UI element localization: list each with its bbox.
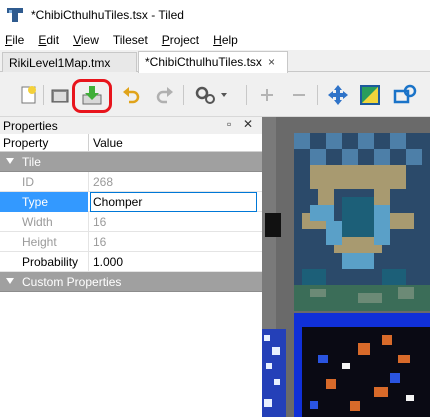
document-tab-bar: RikiLevel1Map.tmx *ChibiCthulhuTiles.tsx…	[0, 50, 430, 73]
expand-arrow-icon[interactable]	[6, 278, 14, 284]
tiled-app-icon	[7, 7, 23, 23]
property-key: Height	[22, 235, 57, 249]
tileset-image[interactable]	[262, 117, 430, 417]
property-key: Probability	[22, 255, 79, 269]
float-panel-icon[interactable]: ▫	[227, 117, 231, 131]
commands-icon[interactable]	[191, 82, 231, 108]
property-row-width: Width 16	[0, 212, 262, 232]
property-value: 16	[93, 215, 107, 229]
properties-table: Property Value Tile ID 268 Type Width 16…	[0, 134, 262, 417]
add-tiles-icon[interactable]	[254, 82, 280, 108]
toolbar-separator	[246, 85, 247, 105]
property-value: 268	[93, 175, 114, 189]
save-button-highlight	[72, 79, 112, 113]
properties-panel-title: Properties	[3, 118, 58, 133]
toolbar-separator	[317, 85, 318, 105]
property-key: ID	[22, 175, 34, 189]
property-row-id: ID 268	[0, 172, 262, 192]
close-panel-icon[interactable]: ✕	[243, 117, 253, 131]
redo-icon[interactable]	[152, 82, 178, 108]
new-icon[interactable]	[16, 82, 42, 108]
type-value-input[interactable]	[90, 192, 257, 212]
column-property[interactable]: Property	[3, 136, 48, 150]
edit-collision-icon[interactable]	[392, 82, 418, 108]
title-bar: *ChibiCthulhuTiles.tsx - Tiled	[0, 0, 430, 30]
property-row-type[interactable]: Type	[0, 192, 262, 212]
group-custom-properties[interactable]: Custom Properties	[0, 272, 262, 292]
properties-column-header: Property Value	[0, 134, 262, 152]
menu-view[interactable]: View	[68, 33, 104, 47]
dynamic-wrapping-icon[interactable]	[325, 82, 351, 108]
group-tile[interactable]: Tile	[0, 152, 262, 172]
menu-help[interactable]: Help	[208, 33, 243, 47]
expand-arrow-icon[interactable]	[6, 158, 14, 164]
remove-tiles-icon[interactable]	[286, 82, 312, 108]
tab-chibi-cthulhu-tiles[interactable]: *ChibiCthulhuTiles.tsx ×	[138, 51, 288, 73]
properties-panel-header: Properties ▫ ✕	[0, 117, 262, 134]
undo-icon[interactable]	[118, 82, 144, 108]
open-icon[interactable]	[47, 82, 73, 108]
tileset-canvas[interactable]	[262, 117, 430, 417]
tab-riki-level1-map[interactable]: RikiLevel1Map.tmx	[2, 52, 137, 72]
close-tab-icon[interactable]: ×	[268, 55, 275, 69]
window-title: *ChibiCthulhuTiles.tsx - Tiled	[31, 8, 184, 22]
toolbar-separator	[183, 85, 184, 105]
property-key: Type	[22, 195, 49, 209]
menu-edit[interactable]: Edit	[33, 33, 64, 47]
column-value[interactable]: Value	[93, 136, 123, 150]
menu-file[interactable]: File	[0, 33, 29, 47]
menu-project[interactable]: Project	[157, 33, 204, 47]
edit-terrain-icon[interactable]	[357, 82, 383, 108]
property-row-probability[interactable]: Probability 1.000	[0, 252, 262, 272]
toolbar-separator	[43, 85, 44, 105]
main-toolbar	[0, 73, 430, 117]
property-value: 16	[93, 235, 107, 249]
menu-tileset[interactable]: Tileset	[108, 33, 153, 47]
menu-bar: File Edit View Tileset Project Help	[0, 30, 430, 50]
property-row-height: Height 16	[0, 232, 262, 252]
property-value[interactable]: 1.000	[93, 255, 123, 269]
property-key: Width	[22, 215, 53, 229]
